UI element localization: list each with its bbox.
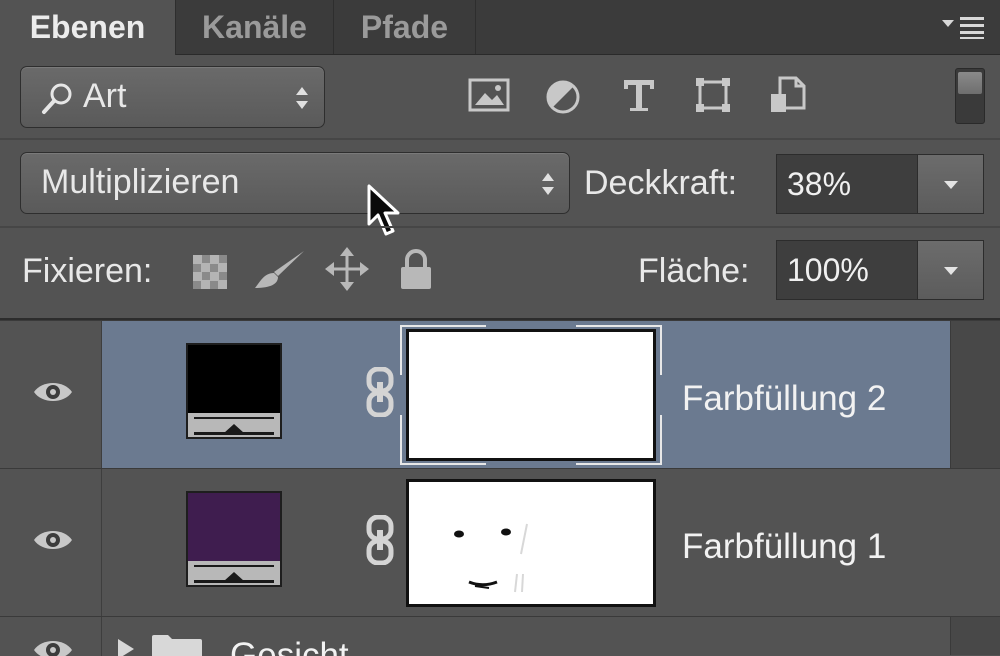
search-icon <box>42 83 72 114</box>
chain-link-icon[interactable] <box>364 367 396 417</box>
layer-row-farbfuellung-2[interactable]: Farbfüllung 2 <box>0 320 1000 468</box>
fill-color-thumbnail[interactable] <box>186 491 282 587</box>
visibility-column <box>0 617 102 656</box>
lock-all-padlock-icon[interactable] <box>398 248 434 292</box>
fill-slider-button[interactable] <box>918 240 984 300</box>
layer-name[interactable]: Gesicht <box>230 633 349 656</box>
chevron-down-icon <box>944 267 958 275</box>
thumbnail-line <box>194 565 274 567</box>
fill-input[interactable]: 100% <box>776 240 918 300</box>
opacity-label: Deckkraft: <box>584 164 738 202</box>
chain-link-icon[interactable] <box>364 515 396 565</box>
updown-chevron-icon <box>296 87 308 109</box>
tab-ebenen[interactable]: Ebenen <box>0 0 176 55</box>
toggle-knob <box>958 72 982 94</box>
layer-name[interactable]: Farbfüllung 1 <box>682 527 886 567</box>
lock-transparent-pixels-icon[interactable] <box>192 254 228 290</box>
face-mask-sketch <box>454 523 528 593</box>
fill-color-swatch <box>188 345 280 413</box>
layer-mask-thumbnail[interactable] <box>406 329 656 461</box>
updown-chevron-icon <box>542 173 554 195</box>
lock-label: Fixieren: <box>22 252 153 290</box>
layer-row-farbfuellung-1[interactable]: Farbfüllung 1 <box>0 468 1000 616</box>
mouse-cursor-icon <box>367 184 400 236</box>
tab-pfade[interactable]: Pfade <box>334 0 476 54</box>
visibility-column <box>0 321 102 468</box>
layer-mask-thumbnail[interactable] <box>406 479 656 607</box>
thumbnail-line <box>194 580 274 583</box>
divider <box>0 226 1000 228</box>
fill-color-swatch <box>188 493 280 561</box>
thumbnail-line <box>194 432 274 435</box>
eye-visibility-icon[interactable] <box>32 525 74 555</box>
adjustment-filter-icon[interactable] <box>544 78 584 118</box>
filter-kind-dropdown[interactable]: Art <box>20 66 325 128</box>
panel-menu-icon[interactable] <box>940 14 986 40</box>
chevron-down-icon <box>944 181 958 189</box>
layer-name[interactable]: Farbfüllung 2 <box>682 379 886 419</box>
opacity-input[interactable]: 38% <box>776 154 918 214</box>
filter-toggle-switch[interactable] <box>955 68 985 124</box>
opacity-slider-button[interactable] <box>918 154 984 214</box>
lock-image-pixels-brush-icon[interactable] <box>252 248 308 292</box>
image-filter-icon[interactable] <box>468 76 512 116</box>
smart-object-filter-icon[interactable] <box>768 76 808 116</box>
thumbnail-line <box>194 417 274 419</box>
fill-color-thumbnail[interactable] <box>186 343 282 439</box>
blend-mode-label: Multipliziere­n <box>41 163 240 201</box>
layer-row-gesicht[interactable]: Gesicht <box>0 616 1000 656</box>
folder-icon <box>152 635 202 656</box>
visibility-column <box>0 469 102 616</box>
layer-name-clip: Gesicht <box>230 633 349 656</box>
lock-position-move-icon[interactable] <box>324 246 370 292</box>
tab-kanaele[interactable]: Kanäle <box>176 0 334 54</box>
fill-label: Fläche: <box>638 252 750 290</box>
shape-filter-icon[interactable] <box>694 76 734 116</box>
filter-kind-label: Art <box>83 77 127 115</box>
divider <box>0 138 1000 140</box>
eye-visibility-icon[interactable] <box>32 377 74 407</box>
blend-mode-dropdown[interactable]: Multipliziere­n <box>20 152 570 214</box>
eye-visibility-icon[interactable] <box>32 635 74 656</box>
type-filter-icon[interactable] <box>620 76 660 116</box>
panel-tab-bar: Ebenen Kanäle Pfade <box>0 0 1000 55</box>
expand-triangle-icon[interactable] <box>116 639 136 656</box>
